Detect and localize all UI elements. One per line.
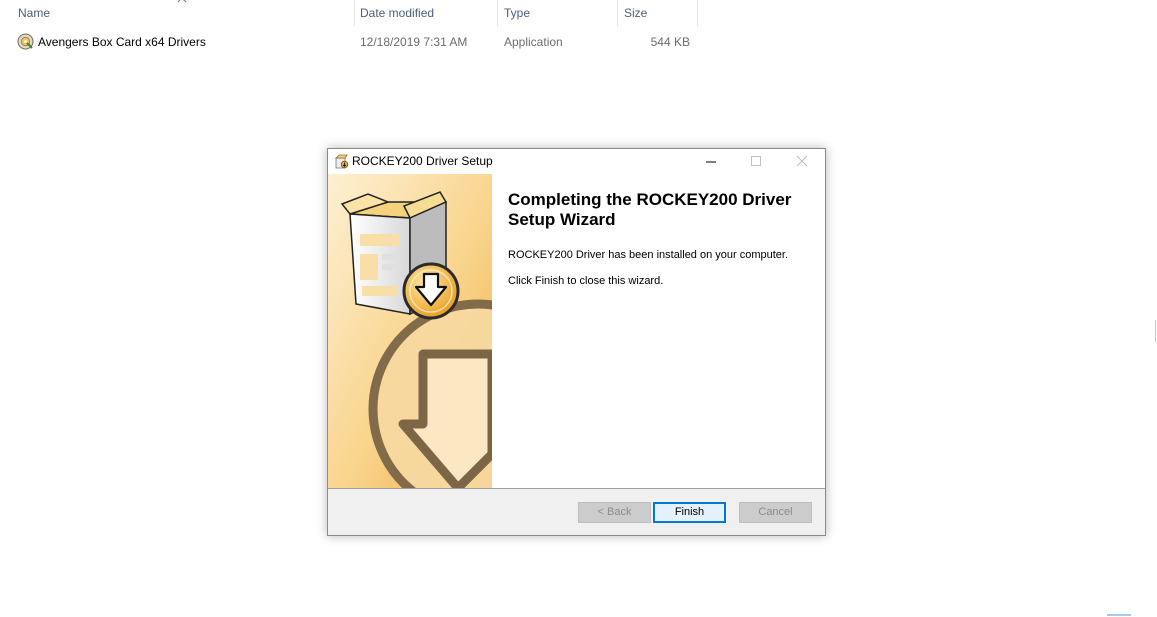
finish-button[interactable]: Finish [653,502,726,523]
close-button[interactable] [779,149,825,173]
minimize-icon [706,161,716,163]
column-separator[interactable] [697,0,698,26]
file-name: Avengers Box Card x64 Drivers [38,35,206,49]
file-date-modified: 12/18/2019 7:31 AM [360,35,468,49]
selection-indicator [1107,614,1131,616]
back-button[interactable]: < Back [578,502,651,523]
installer-disc-icon [17,33,34,50]
column-header-type[interactable]: Type [498,0,618,28]
cancel-button[interactable]: Cancel [739,502,812,523]
installed-message: ROCKEY200 Driver has been installed on y… [508,249,789,261]
dialog-title: ROCKEY200 Driver Setup [352,154,493,168]
file-type: Application [504,35,563,49]
maximize-button[interactable] [733,149,779,173]
finish-instruction: Click Finish to close this wizard. [508,275,664,287]
dialog-titlebar[interactable]: ROCKEY200 Driver Setup [328,149,825,174]
maximize-icon [751,156,761,166]
wizard-heading: Completing the ROCKEY200 Driver Setup Wi… [508,190,792,229]
minimize-button[interactable] [688,149,734,173]
setup-app-icon [335,154,349,169]
wizard-button-bar: < Back Finish Cancel [328,488,825,535]
wizard-content: Completing the ROCKEY200 Driver Setup Wi… [492,174,825,488]
close-icon [796,155,808,167]
wizard-banner-art [328,174,492,488]
scrollbar-edge[interactable] [1155,320,1156,342]
file-size: 544 KB [650,35,690,49]
column-header-size[interactable]: Size [618,0,698,28]
wizard-banner [328,174,492,488]
file-row[interactable]: Avengers Box Card x64 Drivers 12/18/2019… [12,30,702,54]
setup-wizard-dialog: ROCKEY200 Driver Setup Completing the RO… [327,148,826,536]
column-header-date-modified[interactable]: Date modified [354,0,498,28]
column-header-name[interactable]: Name [12,0,354,28]
